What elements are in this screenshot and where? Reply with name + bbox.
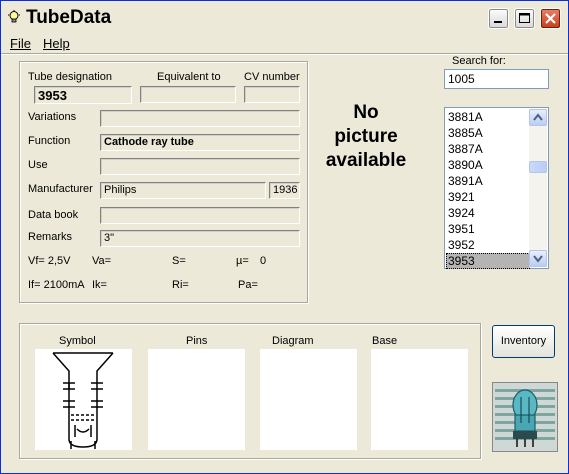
param-ik: Ik= <box>92 279 107 291</box>
param-if: If= 2100mA <box>28 279 85 291</box>
list-item[interactable]: 3881A <box>446 109 530 125</box>
menu-bar: File Help <box>1 35 568 53</box>
lightbulb-icon <box>8 10 20 23</box>
main-window: TubeData File Help Tube designation Equi… <box>0 0 569 474</box>
tube-logo-image <box>492 382 558 452</box>
close-icon <box>545 13 556 24</box>
param-vf: Vf= 2,5V <box>28 255 71 267</box>
base-pane <box>371 349 468 450</box>
close-button[interactable] <box>540 8 561 29</box>
tube-designation-field[interactable]: 3953 <box>34 86 132 104</box>
scroll-down-button[interactable] <box>529 250 547 267</box>
search-label: Search for: <box>452 55 506 67</box>
list-item[interactable]: 3921 <box>446 189 530 205</box>
no-picture-text: No picture available <box>311 101 421 173</box>
no-picture-line-2: picture <box>334 126 398 147</box>
chevron-up-icon <box>533 113 543 121</box>
window-title: TubeData <box>26 7 112 28</box>
param-s: S= <box>172 255 186 267</box>
list-item[interactable]: 3885A <box>446 125 530 141</box>
use-label: Use <box>28 159 48 171</box>
no-picture-line-3: available <box>325 150 407 171</box>
inventory-button-label: Inventory <box>500 335 547 347</box>
inventory-button[interactable]: Inventory <box>492 325 555 358</box>
use-field[interactable] <box>100 158 300 175</box>
list-item[interactable]: 3887A <box>446 141 530 157</box>
list-item-selected[interactable]: 3953 <box>446 253 530 269</box>
chevron-down-icon <box>533 255 543 263</box>
remarks-label: Remarks <box>28 231 73 243</box>
list-item[interactable]: 3890A <box>446 157 530 173</box>
remarks-field[interactable]: 3" <box>100 230 300 247</box>
manufacturer-label: Manufacturer <box>28 183 93 195</box>
title-bar: TubeData <box>1 1 568 35</box>
list-item[interactable]: 3951 <box>446 221 530 237</box>
param-pa: Pa= <box>238 279 258 291</box>
scroll-up-button[interactable] <box>529 109 547 126</box>
list-item[interactable]: 3891A <box>446 173 530 189</box>
tube-designation-label: Tube designation <box>28 71 112 83</box>
param-mu-value: 0 <box>260 255 267 267</box>
base-label: Base <box>372 335 398 347</box>
list-item[interactable]: 3952 <box>446 237 530 253</box>
minimize-icon <box>494 21 502 23</box>
function-label: Function <box>28 135 71 147</box>
variations-label: Variations <box>28 111 77 123</box>
manufacturer-field[interactable]: Philips <box>100 182 266 199</box>
pins-pane <box>148 349 245 450</box>
param-ri: Ri= <box>172 279 189 291</box>
param-va: Va= <box>92 255 112 267</box>
diagram-label: Diagram <box>272 335 314 347</box>
list-item[interactable]: 3924 <box>446 205 530 221</box>
search-input[interactable] <box>444 69 549 89</box>
tube-list[interactable]: 3881A 3885A 3887A 3890A 3891A 3921 3924 … <box>444 107 549 269</box>
no-picture-line-1: No <box>353 102 379 123</box>
vacuum-tube-icon <box>493 383 557 451</box>
equivalent-to-label: Equivalent to <box>157 71 221 83</box>
maximize-button[interactable] <box>514 8 535 29</box>
menu-help[interactable]: Help <box>43 36 70 51</box>
symbol-pane <box>35 349 132 450</box>
equivalent-to-field[interactable] <box>140 86 236 103</box>
year-field[interactable]: 1936 <box>269 182 300 199</box>
tube-symbol-image <box>52 352 114 449</box>
list-scrollbar[interactable] <box>529 109 547 267</box>
pins-label: Pins <box>186 335 208 347</box>
data-book-label: Data book <box>28 209 79 221</box>
scroll-thumb[interactable] <box>529 161 547 173</box>
menu-file[interactable]: File <box>10 36 31 51</box>
param-mu: µ= <box>236 255 249 267</box>
menu-file-label: File <box>10 36 31 51</box>
maximize-icon <box>519 13 530 23</box>
menu-help-label: Help <box>43 36 70 51</box>
variations-field[interactable] <box>100 110 300 127</box>
function-field[interactable]: Cathode ray tube <box>100 134 300 151</box>
cv-number-field[interactable] <box>244 86 300 103</box>
diagram-pane <box>260 349 357 450</box>
cv-number-label: CV number <box>244 71 300 83</box>
minimize-button[interactable] <box>488 8 509 29</box>
data-book-field[interactable] <box>100 207 300 224</box>
symbol-label: Symbol <box>59 335 96 347</box>
